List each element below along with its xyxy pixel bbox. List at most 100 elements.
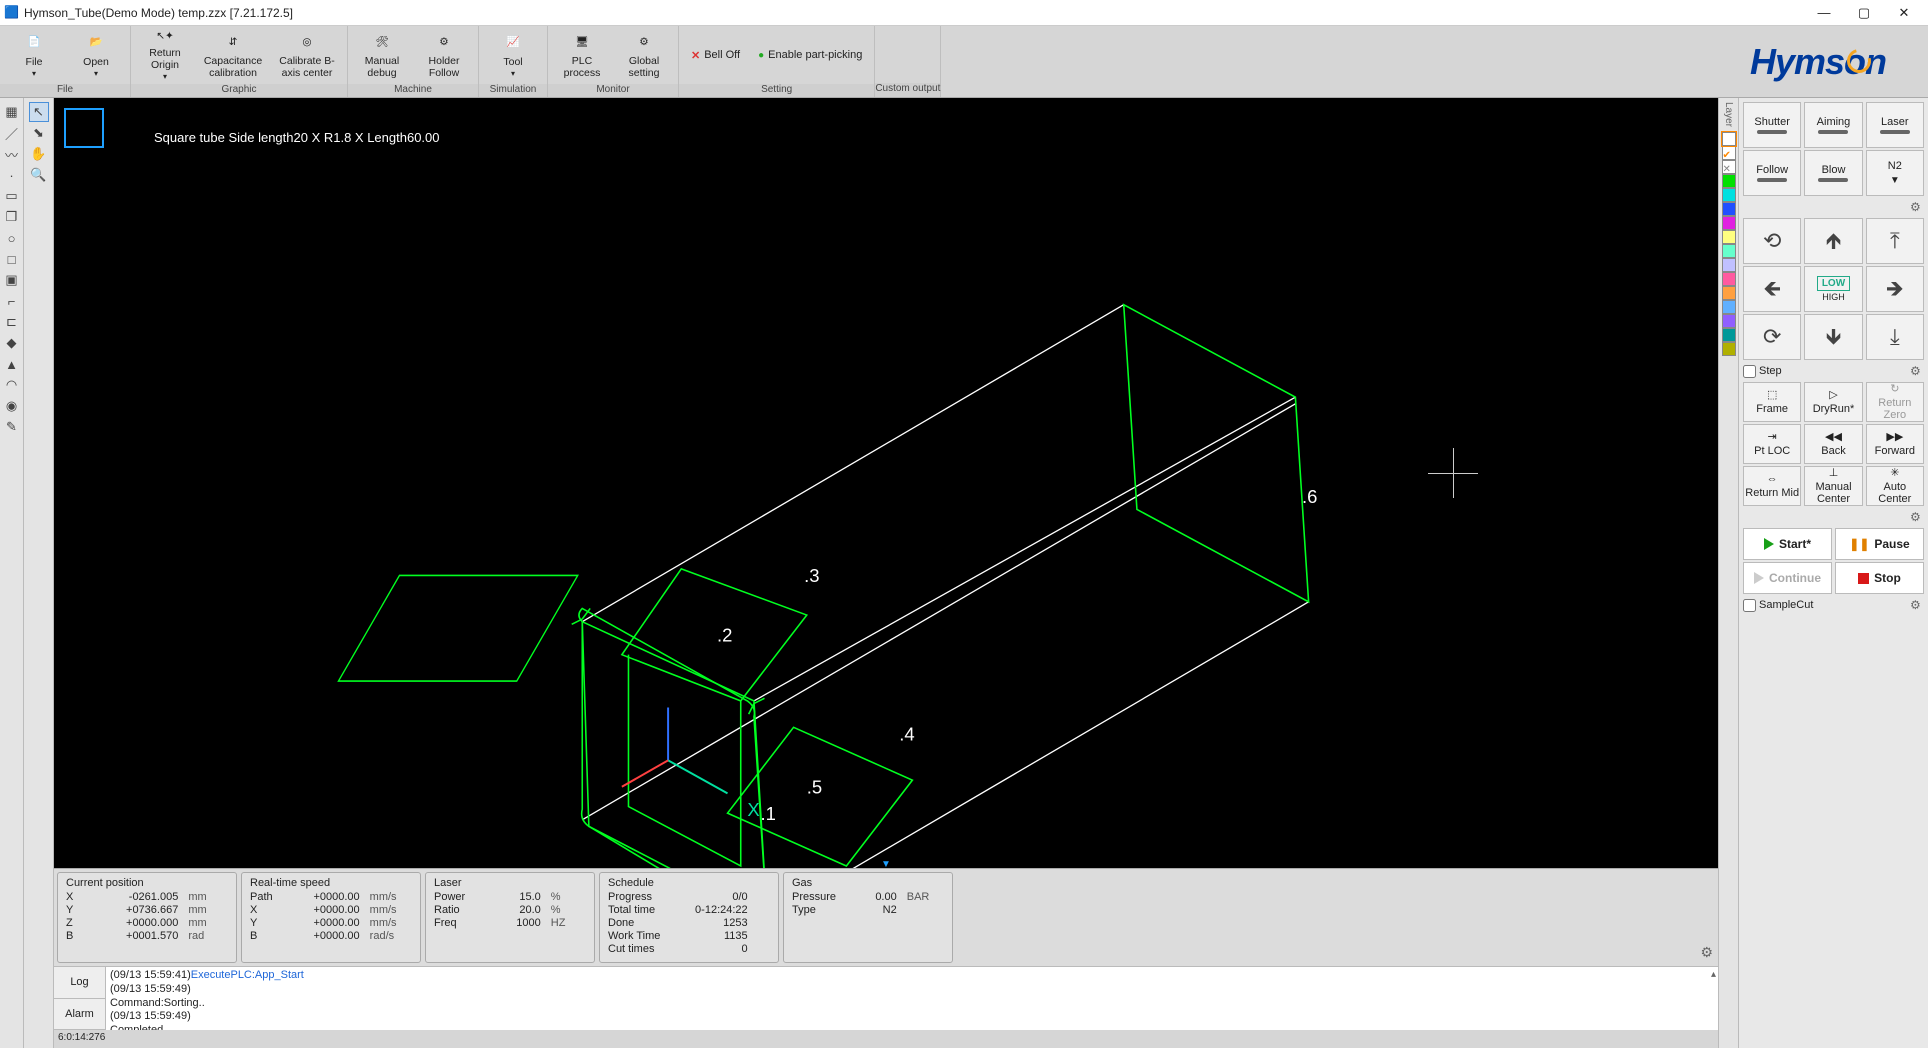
- overlap-icon[interactable]: ❐: [2, 207, 22, 227]
- target2-icon[interactable]: ◉: [2, 396, 22, 416]
- ribbon-manual-debug[interactable]: 🛠Manual debug: [352, 28, 412, 82]
- ribbon-plc[interactable]: 🖥PLC process: [552, 28, 612, 82]
- btn-left[interactable]: 🡸: [1743, 266, 1801, 312]
- layer-chip[interactable]: [1722, 328, 1736, 342]
- status-gear-icon[interactable]: ⚙: [1698, 942, 1715, 963]
- btn-follow[interactable]: Follow: [1743, 150, 1801, 196]
- window-maximize[interactable]: ▢: [1844, 1, 1884, 25]
- gear-icon[interactable]: ⚙: [1910, 200, 1924, 214]
- log-body[interactable]: ▴ (09/13 15:59:41)ExecutePLC:App_Start(0…: [106, 967, 1718, 1030]
- btn-rotate-ccw[interactable]: ⟲: [1743, 218, 1801, 264]
- splitter-handle[interactable]: ▼: [881, 859, 891, 870]
- layer-chip[interactable]: ✔: [1722, 146, 1736, 160]
- pointer-icon[interactable]: ↖: [29, 102, 49, 122]
- gear-icon[interactable]: ⚙: [1910, 364, 1924, 378]
- btn-back[interactable]: ◀◀Back: [1804, 424, 1862, 464]
- btn-return-zero[interactable]: ↻Return Zero: [1866, 382, 1924, 422]
- circle-icon[interactable]: ○: [2, 228, 22, 248]
- btn-aiming[interactable]: Aiming: [1804, 102, 1862, 148]
- arrow-left-icon: 🡸: [1763, 278, 1781, 300]
- corner-icon[interactable]: ⌐: [2, 291, 22, 311]
- flame-icon[interactable]: ▲: [2, 354, 22, 374]
- log-tab-log[interactable]: Log: [54, 967, 105, 999]
- ribbon-calibrate-b[interactable]: ◎Calibrate B-axis center: [271, 28, 343, 82]
- btn-blow[interactable]: Blow: [1804, 150, 1862, 196]
- ribbon-return-origin[interactable]: ↖︎✦Return Origin▾: [135, 28, 195, 82]
- btn-down[interactable]: 🡻: [1804, 314, 1862, 360]
- btn-z-up[interactable]: ⤒: [1866, 218, 1924, 264]
- hand-icon[interactable]: ✋: [29, 144, 49, 164]
- btn-return-mid[interactable]: ⇔Return Mid: [1743, 466, 1801, 506]
- curve-icon[interactable]: 〰: [2, 144, 22, 164]
- ribbon-group-graphic: Graphic: [131, 84, 347, 97]
- btn-pause[interactable]: ❚❚Pause: [1835, 528, 1924, 560]
- left-toolbar-a: ▦ ／ 〰 · ▭ ❐ ○ □ ▣ ⌐ ⊏ ◆ ▲ ◠ ◉ ✎: [0, 98, 24, 1048]
- layer-chip[interactable]: [1722, 132, 1736, 146]
- viewport[interactable]: Square tube Side length20 X R1.8 X Lengt…: [54, 98, 1718, 868]
- btn-rotate-cw[interactable]: ⟳: [1743, 314, 1801, 360]
- status-label: Total time: [608, 904, 673, 916]
- arc-icon[interactable]: ◠: [2, 375, 22, 395]
- status-label: X: [250, 904, 288, 916]
- grid-icon[interactable]: ▦: [2, 102, 22, 122]
- gear-icon[interactable]: ⚙: [1910, 598, 1924, 612]
- btn-frame[interactable]: ⬚Frame: [1743, 382, 1801, 422]
- layer-chip[interactable]: [1722, 300, 1736, 314]
- ribbon-holder-follow[interactable]: ⚙Holder Follow: [414, 28, 474, 82]
- layer-chip[interactable]: [1722, 286, 1736, 300]
- drop-icon[interactable]: ◆: [2, 333, 22, 353]
- btn-up[interactable]: 🡹: [1804, 218, 1862, 264]
- chk-step[interactable]: Step: [1743, 365, 1782, 378]
- ribbon-tool[interactable]: 📈Tool▾: [483, 28, 543, 82]
- brush-icon[interactable]: ✎: [2, 417, 22, 437]
- ribbon-enable-part[interactable]: ●Enable part-picking: [750, 28, 870, 82]
- btn-continue[interactable]: Continue: [1743, 562, 1832, 594]
- ribbon-file[interactable]: 📄File▾: [4, 28, 64, 82]
- btn-dryrun[interactable]: ▷DryRun*: [1804, 382, 1862, 422]
- line-icon[interactable]: ／: [2, 123, 22, 143]
- ribbon-bell-off[interactable]: ✕Bell Off: [683, 28, 748, 82]
- layer-chip[interactable]: [1722, 202, 1736, 216]
- settings-icon: ⚙: [632, 30, 656, 54]
- layer-chip[interactable]: [1722, 244, 1736, 258]
- btn-stop[interactable]: Stop: [1835, 562, 1924, 594]
- layer-strip: Layer ✔✕: [1718, 98, 1738, 1048]
- plc-icon: 🖥: [570, 30, 594, 54]
- layer-chip[interactable]: [1722, 342, 1736, 356]
- zoom-icon[interactable]: 🔍: [29, 165, 49, 185]
- btn-shutter[interactable]: Shutter: [1743, 102, 1801, 148]
- layer-chip[interactable]: [1722, 174, 1736, 188]
- btn-right[interactable]: 🡺: [1866, 266, 1924, 312]
- btn-forward[interactable]: ▶▶Forward: [1866, 424, 1924, 464]
- square-icon[interactable]: □: [2, 249, 22, 269]
- scroll-up-icon[interactable]: ▴: [1711, 969, 1716, 982]
- rect-icon[interactable]: ▭: [2, 186, 22, 206]
- btn-gas[interactable]: N2▼: [1866, 150, 1924, 196]
- log-tab-alarm[interactable]: Alarm: [54, 999, 105, 1031]
- layer-chip[interactable]: [1722, 216, 1736, 230]
- bracket-icon[interactable]: ⊏: [2, 312, 22, 332]
- btn-auto-center[interactable]: ✳Auto Center: [1866, 466, 1924, 506]
- btn-low-high[interactable]: LOWHIGH: [1804, 266, 1862, 312]
- layer-chip[interactable]: [1722, 272, 1736, 286]
- btn-manual-center[interactable]: ⊥Manual Center: [1804, 466, 1862, 506]
- dot-icon[interactable]: ·: [2, 165, 22, 185]
- frame-icon[interactable]: ▣: [2, 270, 22, 290]
- gear-icon[interactable]: ⚙: [1910, 510, 1924, 524]
- node-icon[interactable]: ⬊: [29, 123, 49, 143]
- btn-pt-loc[interactable]: ⇥Pt LOC: [1743, 424, 1801, 464]
- window-minimize[interactable]: —: [1804, 1, 1844, 25]
- btn-start[interactable]: Start*: [1743, 528, 1832, 560]
- layer-chip[interactable]: [1722, 314, 1736, 328]
- ribbon-cap-calibration[interactable]: ⇵Capacitance calibration: [197, 28, 269, 82]
- ribbon-open[interactable]: 📂Open▾: [66, 28, 126, 82]
- window-close[interactable]: ✕: [1884, 1, 1924, 25]
- layer-chip[interactable]: [1722, 230, 1736, 244]
- btn-laser[interactable]: Laser: [1866, 102, 1924, 148]
- chk-samplecut[interactable]: SampleCut: [1743, 599, 1813, 612]
- layer-chip[interactable]: [1722, 258, 1736, 272]
- layer-chip[interactable]: [1722, 188, 1736, 202]
- layer-chip[interactable]: ✕: [1722, 160, 1736, 174]
- ribbon-global[interactable]: ⚙Global setting: [614, 28, 674, 82]
- btn-z-down[interactable]: ⤓: [1866, 314, 1924, 360]
